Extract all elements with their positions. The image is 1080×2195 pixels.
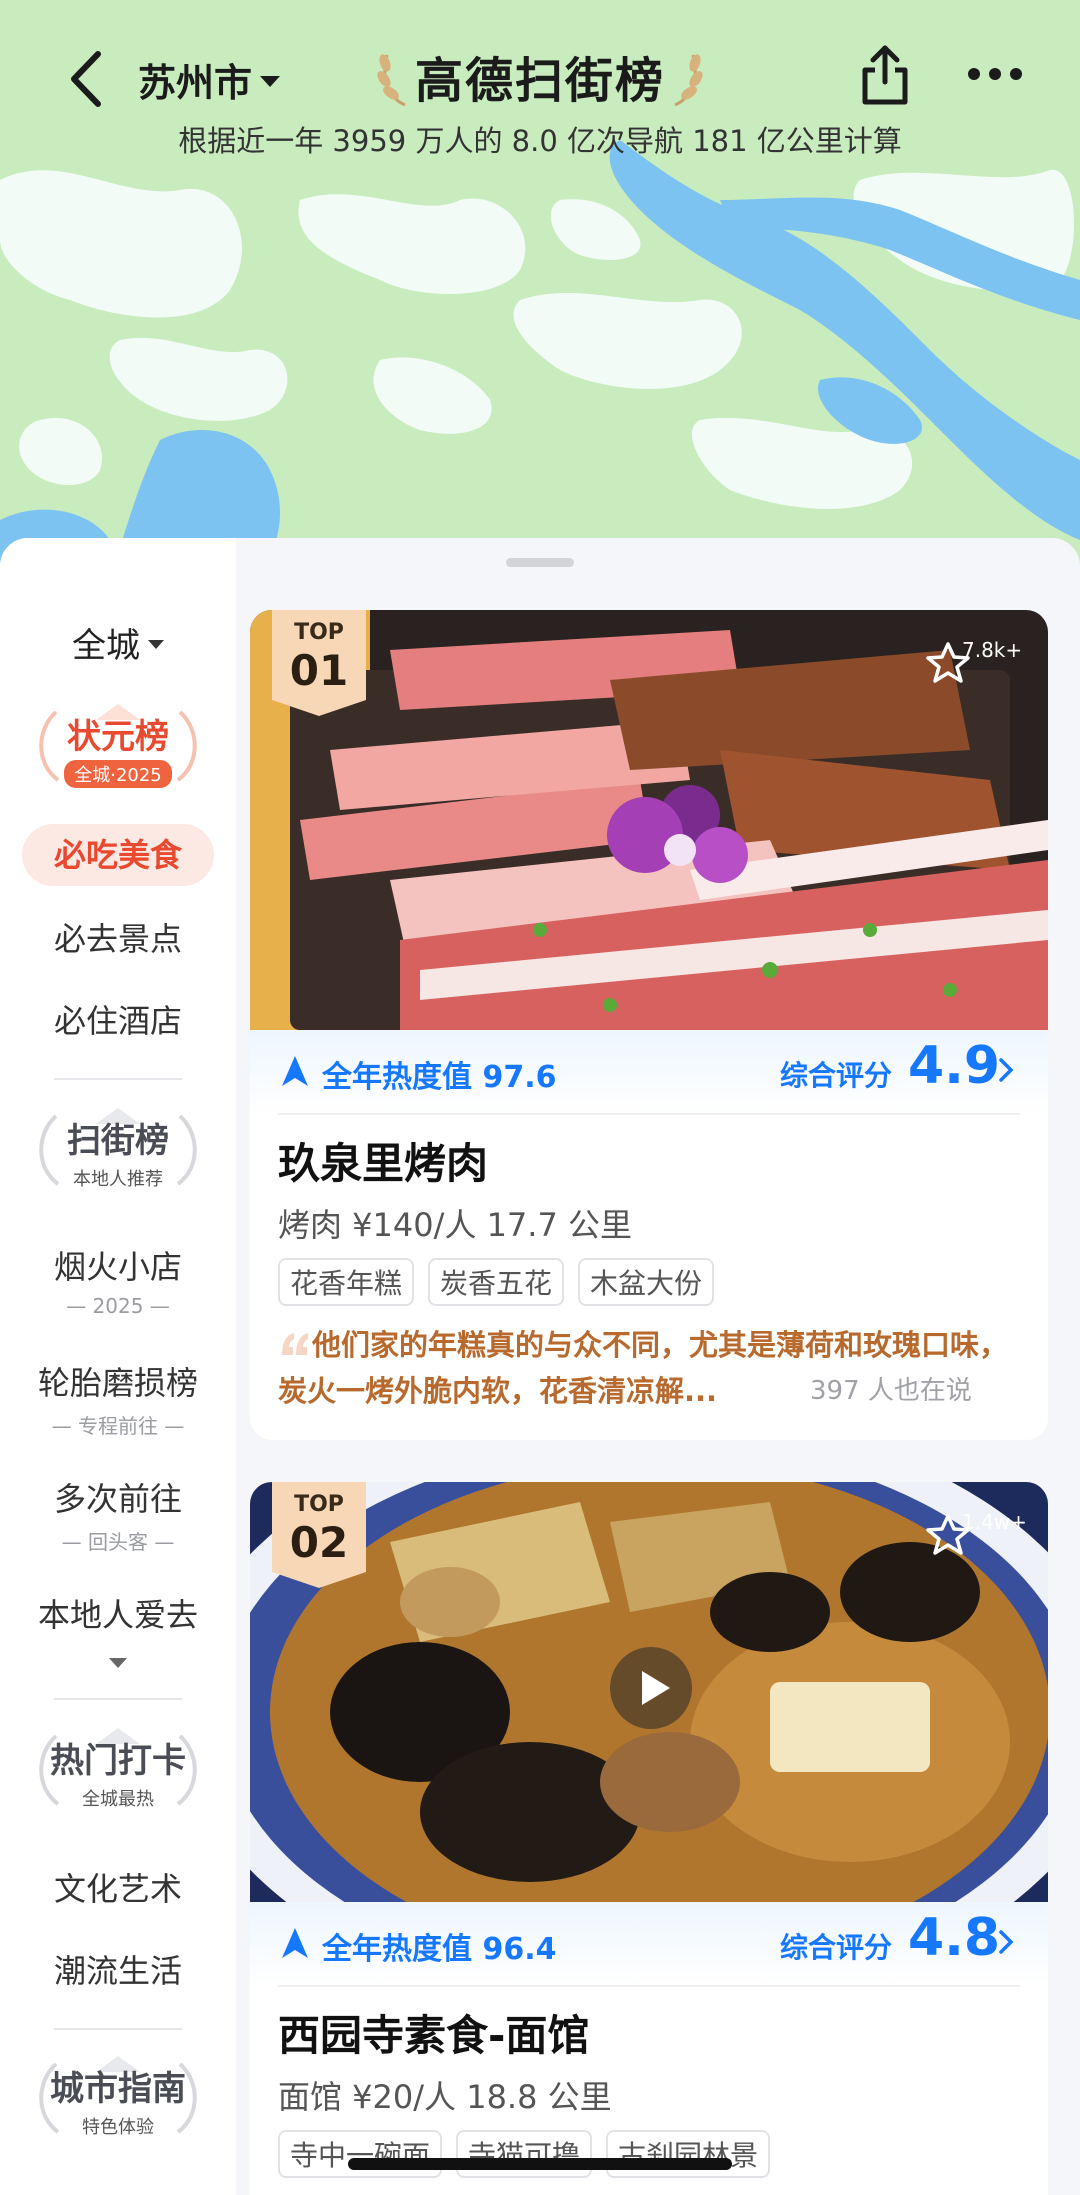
badge-subtitle: 特色体验 (82, 2116, 154, 2138)
chevron-right-icon (999, 1058, 1014, 1082)
badge-subtitle: 本地人推荐 (73, 1168, 163, 1190)
review-count[interactable]: 397 人也在说 (810, 1370, 972, 1407)
laurel-right-icon (674, 54, 703, 107)
restaurant-photo[interactable]: TOP 01 7.8k+ (250, 610, 1048, 1030)
overall-score: 4.8 (908, 1908, 1001, 1968)
heat-score-row[interactable]: 全年热度值 97.6 综合评分 4.9 (250, 1030, 1048, 1114)
city-selector[interactable]: 苏州市 (138, 52, 281, 107)
heat-score-row[interactable]: 全年热度值 96.4 综合评分 4.8 (250, 1902, 1048, 1986)
sidebar-item-subtitle: — 回头客 — (61, 1530, 175, 1554)
city-label: 苏州市 (138, 61, 253, 105)
sidebar-sub-text: 专程前往 (78, 1414, 158, 1438)
favorite-count: 1.4w+ (962, 1510, 1027, 1534)
sidebar-item-must-visit[interactable]: 必去景点 (0, 914, 236, 960)
ranking-card-1[interactable]: TOP 01 7.8k+ 全年热度值 97.6 综合评分 4.9 玖泉里烤肉 烤… (250, 610, 1048, 1440)
laurel-left-icon (377, 54, 406, 107)
sidebar-item-subtitle: — 专程前往 — (51, 1414, 185, 1438)
tag[interactable]: 炭香五花 (428, 1258, 565, 1306)
badge-title: 扫街榜 (67, 1120, 169, 1161)
annual-heat-value: 全年热度值 96.4 (322, 1932, 557, 1967)
scope-selector[interactable]: 全城 (0, 618, 236, 667)
play-icon (642, 1671, 670, 1705)
sidebar-item-repeat-visit[interactable]: 多次前往 (0, 1474, 236, 1520)
badge-hot-checkin[interactable]: 热门打卡 全城最热 (30, 1724, 206, 1820)
share-icon[interactable] (855, 40, 915, 110)
annual-heat-value: 全年热度值 97.6 (322, 1060, 557, 1095)
more-icon[interactable] (960, 54, 1030, 94)
chevron-right-icon (999, 1930, 1014, 1954)
chevron-down-icon (148, 640, 164, 649)
divider (278, 1985, 1020, 1987)
badge-zhuangyuan[interactable]: 状元榜 全城·2025 (30, 700, 206, 796)
badge-title: 热门打卡 (50, 1740, 186, 1781)
play-button[interactable] (610, 1647, 692, 1729)
rank-top-label: TOP (294, 620, 344, 645)
badge-saojie[interactable]: 扫街榜 本地人推荐 (30, 1104, 206, 1200)
tag-list: 花香年糕 炭香五花 木盆大份 (278, 1258, 715, 1306)
navigation-arrow-icon (282, 1928, 308, 1958)
favorite-count: 7.8k+ (962, 638, 1023, 662)
badge-subtitle: 全城最热 (82, 1788, 154, 1810)
restaurant-name[interactable]: 玖泉里烤肉 (278, 1130, 488, 1191)
sidebar-item-locals-love[interactable]: 本地人爱去 (0, 1590, 236, 1636)
rank-number: 01 (289, 646, 349, 695)
tag[interactable]: 木盆大份 (578, 1258, 715, 1306)
back-chevron-icon[interactable] (58, 44, 118, 114)
sidebar-item-culture-art[interactable]: 文化艺术 (0, 1864, 236, 1910)
home-indicator[interactable] (348, 2158, 732, 2170)
category-sidebar: 全城 状元榜 全城·2025 必吃美食 必去景点 必住酒店 扫街榜 本地人推荐 (0, 538, 236, 2195)
ranking-card-2[interactable]: TOP 02 1.4w+ 全年热度值 96.4 综合评分 4.8 西园寺素食-面… (250, 1482, 1048, 2195)
data-source-note: 根据近一年 3959 万人的 8.0 亿次导航 181 亿公里计算 (178, 124, 902, 158)
tag[interactable]: 寺猫可撸 (456, 2130, 593, 2178)
tag[interactable]: 寺中一碗面 (278, 2130, 443, 2178)
drag-handle[interactable] (506, 558, 574, 567)
sidebar-sub-text: 2025 (92, 1294, 144, 1318)
navigation-arrow-icon (282, 1056, 308, 1086)
sidebar-item-subtitle: — 2025 — (66, 1294, 170, 1318)
divider (54, 1078, 182, 1080)
badge-subtitle: 全城·2025 (64, 759, 172, 788)
tag-list: 寺中一碗面 寺猫可撸 古刹园林景 (278, 2130, 771, 2178)
sidebar-item-must-stay[interactable]: 必住酒店 (0, 996, 236, 1042)
restaurant-name[interactable]: 西园寺素食-面馆 (278, 2002, 589, 2063)
badge-title: 状元榜 (67, 716, 169, 757)
overall-score: 4.9 (908, 1036, 1001, 1096)
restaurant-photo[interactable]: TOP 02 1.4w+ (250, 1482, 1048, 1902)
restaurant-meta: 烤肉 ¥140/人 17.7 公里 (278, 1206, 632, 1244)
rank-badge: TOP 01 (272, 610, 366, 716)
tag[interactable]: 古刹园林景 (606, 2130, 771, 2178)
ranking-sheet: 全城 状元榜 全城·2025 必吃美食 必去景点 必住酒店 扫街榜 本地人推荐 (0, 538, 1080, 2195)
sidebar-sub-text: 回头客 (88, 1530, 148, 1554)
brand-title: 高德扫街榜 (414, 53, 665, 109)
restaurant-meta: 面馆 ¥20/人 18.8 公里 (278, 2078, 612, 2116)
sidebar-item-yanhuo[interactable]: 烟火小店 (0, 1242, 236, 1288)
rank-number: 02 (289, 1518, 349, 1567)
quote-icon (282, 1333, 308, 1355)
sidebar-item-must-eat[interactable]: 必吃美食 (22, 824, 214, 886)
rank-top-label: TOP (294, 1492, 344, 1517)
expand-caret-icon[interactable] (109, 1658, 127, 1668)
sidebar-item-tire-wear[interactable]: 轮胎磨损榜 (0, 1358, 236, 1404)
badge-city-guide[interactable]: 城市指南 特色体验 (30, 2052, 206, 2148)
divider (54, 1698, 182, 1700)
divider (278, 1113, 1020, 1115)
divider (54, 2028, 182, 2030)
rank-badge: TOP 02 (272, 1482, 366, 1588)
chevron-down-icon (260, 76, 281, 87)
scope-label: 全城 (72, 626, 140, 666)
sidebar-item-trend-life[interactable]: 潮流生活 (0, 1946, 236, 1992)
score-label: 综合评分 (780, 1931, 893, 1964)
top-bar: 苏州市 高德扫街榜 根据近一年 3959 万人的 8.0 亿次导航 181 亿公… (0, 0, 1080, 160)
score-label: 综合评分 (780, 1059, 893, 1092)
tag[interactable]: 花香年糕 (278, 1258, 415, 1306)
badge-title: 城市指南 (50, 2068, 186, 2109)
brand-logo: 高德扫街榜 (360, 36, 720, 116)
